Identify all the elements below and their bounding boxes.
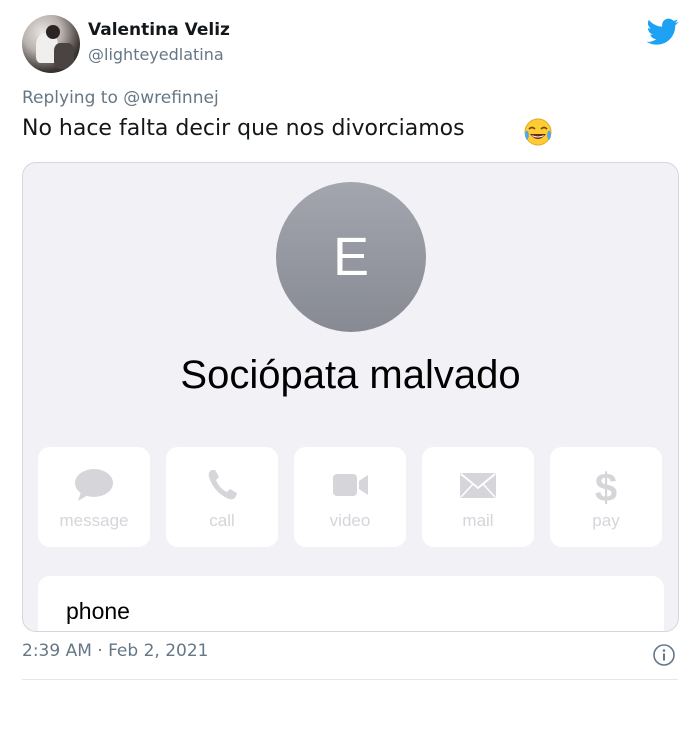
contact-avatar: E [276,182,426,332]
pay-action-label: pay [592,511,620,530]
tweet-timestamp[interactable]: 2:39 AM · Feb 2, 2021 [22,641,208,661]
face-with-tears-of-joy-icon [524,118,552,146]
phone-field-card[interactable]: phone [38,576,664,631]
video-camera-icon [333,474,368,496]
pay-action-button[interactable]: $ pay [550,447,662,547]
video-action-label: video [329,511,371,530]
video-action-button[interactable]: video [294,447,406,547]
dollar-sign-icon: $ [595,466,617,505]
user-avatar[interactable] [22,15,80,73]
tweet-text: No hace falta decir que nos divorciamos [22,116,465,141]
attached-image[interactable]: E Sociópata malvado message call video m… [22,162,679,632]
call-action-label: call [209,511,235,530]
avatar-figure-detail [54,43,74,69]
avatar-figure-head [46,25,60,39]
message-bubble-icon [75,469,113,501]
envelope-icon [460,473,496,498]
info-icon[interactable] [652,643,676,667]
mail-action-button[interactable]: mail [422,447,534,547]
mail-action-label: mail [462,511,494,530]
user-handle[interactable]: @lighteyedlatina [88,45,224,64]
display-name[interactable]: Valentina Veliz [88,20,230,40]
message-action-button[interactable]: message [38,447,150,547]
phone-field-label: phone [66,598,130,624]
replying-to-label[interactable]: Replying to @wrefinnej [22,88,219,108]
contact-name: Sociópata malvado [180,353,521,397]
phone-icon [208,470,237,500]
call-action-button[interactable]: call [166,447,278,547]
svg-text:$: $ [595,466,617,505]
message-action-label: message [59,511,129,530]
footer-divider [22,679,678,680]
contact-initial: E [332,227,370,287]
twitter-bird-icon[interactable] [647,18,679,46]
